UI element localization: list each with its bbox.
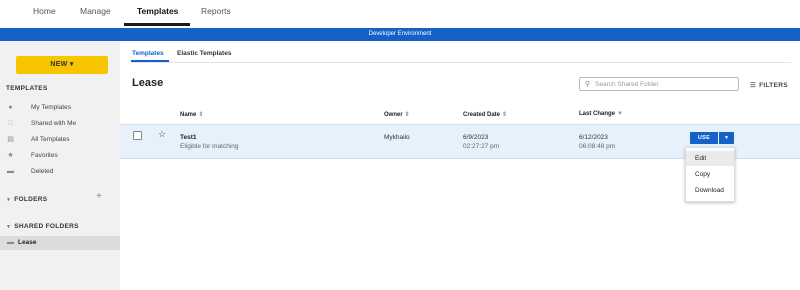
use-dropdown-menu: Edit Copy Download xyxy=(685,147,735,202)
menu-item-copy[interactable]: Copy xyxy=(686,167,734,182)
divider xyxy=(131,62,791,63)
filters-label: FILTERS xyxy=(759,82,788,89)
column-label: Owner xyxy=(384,112,403,118)
use-button[interactable]: USE xyxy=(690,132,718,144)
sidebar: NEW ▾ TEMPLATES ● My Templates ∷ Shared … xyxy=(0,41,120,290)
sidebar-item-shared-with-me[interactable]: ∷ Shared with Me xyxy=(6,117,120,131)
active-tab-indicator xyxy=(124,23,190,26)
use-dropdown-toggle[interactable]: ▼ xyxy=(719,132,734,144)
sort-icon: ⇕ xyxy=(198,112,204,118)
trash-icon: ▬ xyxy=(7,168,14,175)
sidebar-item-deleted[interactable]: ▬ Deleted xyxy=(6,165,120,179)
template-subtitle: Eligible for matching xyxy=(180,143,239,150)
subtab-elastic-templates[interactable]: Elastic Templates xyxy=(177,50,231,57)
users-icon: ∷ xyxy=(8,120,13,127)
owner-cell: Mykhailo xyxy=(384,134,410,141)
sidebar-item-label: Deleted xyxy=(31,168,54,175)
add-folder-icon[interactable]: + xyxy=(96,191,102,202)
sidebar-item-label: Favorites xyxy=(31,152,58,159)
tab-reports[interactable]: Reports xyxy=(201,6,231,16)
sidebar-item-favorites[interactable]: ★ Favorites xyxy=(6,149,120,163)
chevron-down-icon: ▼ xyxy=(6,224,12,230)
chevron-down-icon: ▼ xyxy=(6,197,12,203)
star-icon: ★ xyxy=(7,152,14,159)
folders-heading[interactable]: ▼ FOLDERS xyxy=(6,196,47,203)
top-nav: Home Manage Templates Reports xyxy=(0,0,800,28)
folder-icon: ▬ xyxy=(7,239,14,246)
shared-folders-heading-label: SHARED FOLDERS xyxy=(14,223,79,230)
column-header-name[interactable]: Name ⇕ xyxy=(180,111,203,118)
sort-icon: ⇕ xyxy=(502,112,508,118)
sidebar-item-label: Shared with Me xyxy=(31,120,77,127)
last-change-time-cell: 06:08:48 pm xyxy=(579,143,616,150)
sidebar-item-my-templates[interactable]: ● My Templates xyxy=(6,101,120,115)
column-label: Name xyxy=(180,112,197,118)
template-name[interactable]: Test1 xyxy=(180,134,197,141)
new-button[interactable]: NEW ▾ xyxy=(16,56,108,74)
environment-banner: Developer Environment xyxy=(0,28,800,41)
created-date-cell: 6/9/2023 xyxy=(463,134,489,141)
column-label: Created Date xyxy=(463,112,501,118)
sidebar-item-lease-folder[interactable]: ▬ Lease xyxy=(0,236,120,250)
sidebar-item-label: My Templates xyxy=(31,104,71,111)
row-checkbox[interactable] xyxy=(133,131,142,140)
search-box: ⚲ xyxy=(579,77,739,91)
column-header-created-date[interactable]: Created Date ⇕ xyxy=(463,111,507,118)
page-title: Lease xyxy=(132,77,164,89)
sidebar-item-label: Lease xyxy=(18,239,37,246)
sort-icon: ⇕ xyxy=(404,112,410,118)
sidebar-item-all-templates[interactable]: ▤ All Templates xyxy=(6,133,120,147)
search-input[interactable] xyxy=(595,79,735,89)
last-change-date-cell: 6/12/2023 xyxy=(579,134,608,141)
shared-folders-heading[interactable]: ▼ SHARED FOLDERS xyxy=(6,223,79,230)
tab-templates[interactable]: Templates xyxy=(137,6,178,16)
chevron-down-icon: ▼ xyxy=(724,135,729,141)
favorite-star-icon[interactable]: ☆ xyxy=(158,129,166,140)
filters-button[interactable]: ☰ FILTERS xyxy=(750,81,788,89)
tab-manage[interactable]: Manage xyxy=(80,6,111,16)
tab-home[interactable]: Home xyxy=(33,6,56,16)
column-label: Last Change xyxy=(579,111,616,117)
menu-item-edit[interactable]: Edit xyxy=(686,151,734,166)
column-header-last-change[interactable]: Last Change ▼ xyxy=(579,111,623,117)
user-icon: ● xyxy=(8,104,13,111)
list-icon: ▤ xyxy=(7,136,14,143)
sidebar-item-label: All Templates xyxy=(31,136,70,143)
search-icon: ⚲ xyxy=(585,81,591,88)
subtab-templates[interactable]: Templates xyxy=(132,50,164,57)
templates-heading: TEMPLATES xyxy=(6,85,48,92)
sort-desc-icon: ▼ xyxy=(617,111,623,117)
created-time-cell: 02:27:27 pm xyxy=(463,143,500,150)
column-header-owner[interactable]: Owner ⇕ xyxy=(384,111,410,118)
menu-item-download[interactable]: Download xyxy=(686,183,734,198)
filter-icon: ☰ xyxy=(750,82,757,89)
folders-heading-label: FOLDERS xyxy=(14,196,48,203)
